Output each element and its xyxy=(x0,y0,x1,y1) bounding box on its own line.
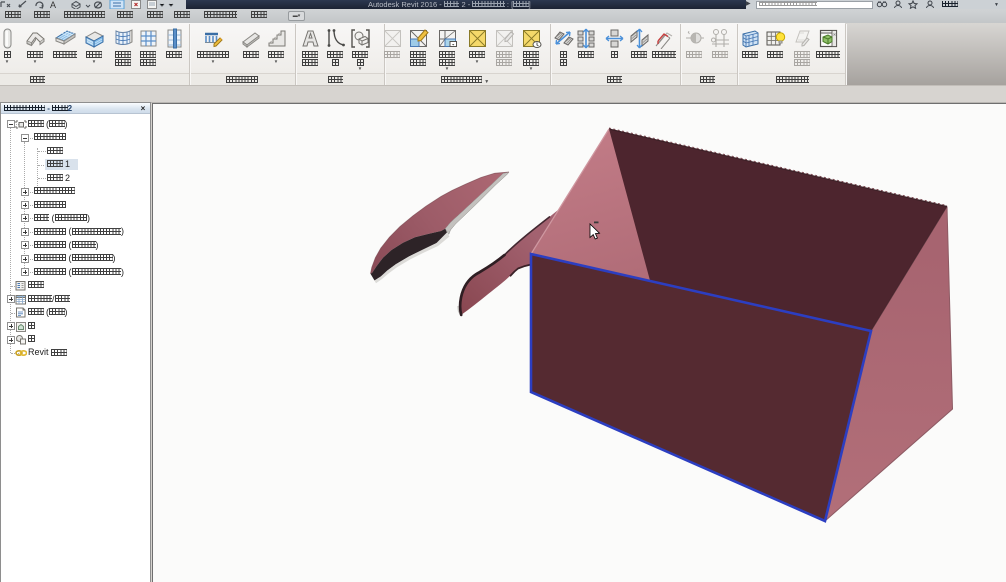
svg-text:A: A xyxy=(50,0,56,9)
